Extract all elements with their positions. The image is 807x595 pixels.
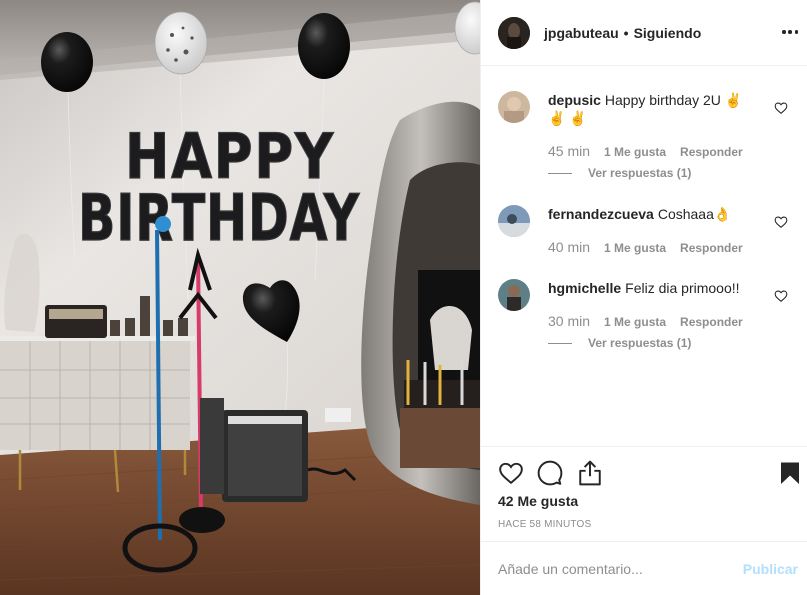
reply-button[interactable]: Responder	[680, 315, 743, 329]
commenter-username[interactable]: depusic	[548, 92, 601, 108]
post-header: jpgabuteau • Siguiendo	[481, 0, 807, 66]
commenter-username[interactable]: fernandezcueva	[548, 206, 654, 222]
post-time-ago: HACE 58 MINUTOS	[498, 519, 592, 530]
svg-text:BIRTHDAY: BIRTHDAY	[78, 182, 360, 256]
view-replies-button[interactable]: Ver respuestas (1)	[548, 336, 691, 350]
comment-composer: Publicar	[481, 541, 807, 595]
comment-list: depusic Happy birthday 2U ✌✌ ✌ 45 min 1 M…	[481, 67, 807, 445]
commenter-username[interactable]: hgmichelle	[548, 280, 621, 296]
view-replies-label: Ver respuestas (1)	[588, 336, 692, 350]
view-replies-label: Ver respuestas (1)	[588, 166, 692, 180]
birthday-photo-illustration: HAPPY BIRTHDAY	[0, 0, 480, 595]
reply-button[interactable]: Responder	[680, 241, 743, 255]
comment-time: 45 min	[548, 143, 591, 159]
more-icon[interactable]	[782, 24, 798, 40]
author-avatar[interactable]	[498, 16, 530, 49]
sideboard	[0, 340, 190, 450]
like-comment-heart-icon[interactable]	[774, 101, 788, 115]
likes-count[interactable]: 42 Me gusta	[498, 493, 578, 509]
publish-button[interactable]: Publicar	[743, 561, 798, 577]
comment-text: Feliz dia primooo!!	[625, 280, 740, 296]
reply-button[interactable]: Responder	[680, 145, 743, 159]
comment-likes[interactable]: 1 Me gusta	[604, 315, 666, 329]
like-comment-heart-icon[interactable]	[774, 215, 788, 229]
comment-time: 40 min	[548, 239, 591, 255]
post-actions: 42 Me gusta HACE 58 MINUTOS	[481, 446, 807, 540]
commenter-avatar[interactable]	[498, 91, 530, 123]
commenter-avatar[interactable]	[498, 279, 530, 311]
commenter-avatar[interactable]	[498, 205, 530, 237]
view-replies-button[interactable]: Ver respuestas (1)	[548, 166, 691, 180]
comment-input[interactable]	[498, 560, 728, 577]
follow-status-button[interactable]: Siguiendo	[634, 25, 702, 41]
post-photo[interactable]: HAPPY BIRTHDAY	[0, 0, 480, 595]
bookmark-icon[interactable]	[778, 460, 802, 486]
share-icon[interactable]	[577, 460, 603, 486]
black-balloon	[41, 32, 93, 92]
separator-dot: •	[623, 24, 629, 41]
like-comment-heart-icon[interactable]	[774, 289, 788, 303]
heart-icon[interactable]	[498, 460, 524, 486]
comment-text: Coshaaa👌	[657, 206, 732, 222]
confetti-balloon	[154, 11, 208, 75]
author-username[interactable]: jpgabuteau	[544, 25, 619, 41]
comment-icon[interactable]	[537, 460, 563, 486]
comment-likes[interactable]: 1 Me gusta	[604, 241, 666, 255]
comment-likes[interactable]: 1 Me gusta	[604, 145, 666, 159]
post-details-panel: jpgabuteau • Siguiendo depusic Happy birt…	[480, 0, 807, 595]
comment-time: 30 min	[548, 313, 591, 329]
black-balloon	[298, 13, 350, 79]
